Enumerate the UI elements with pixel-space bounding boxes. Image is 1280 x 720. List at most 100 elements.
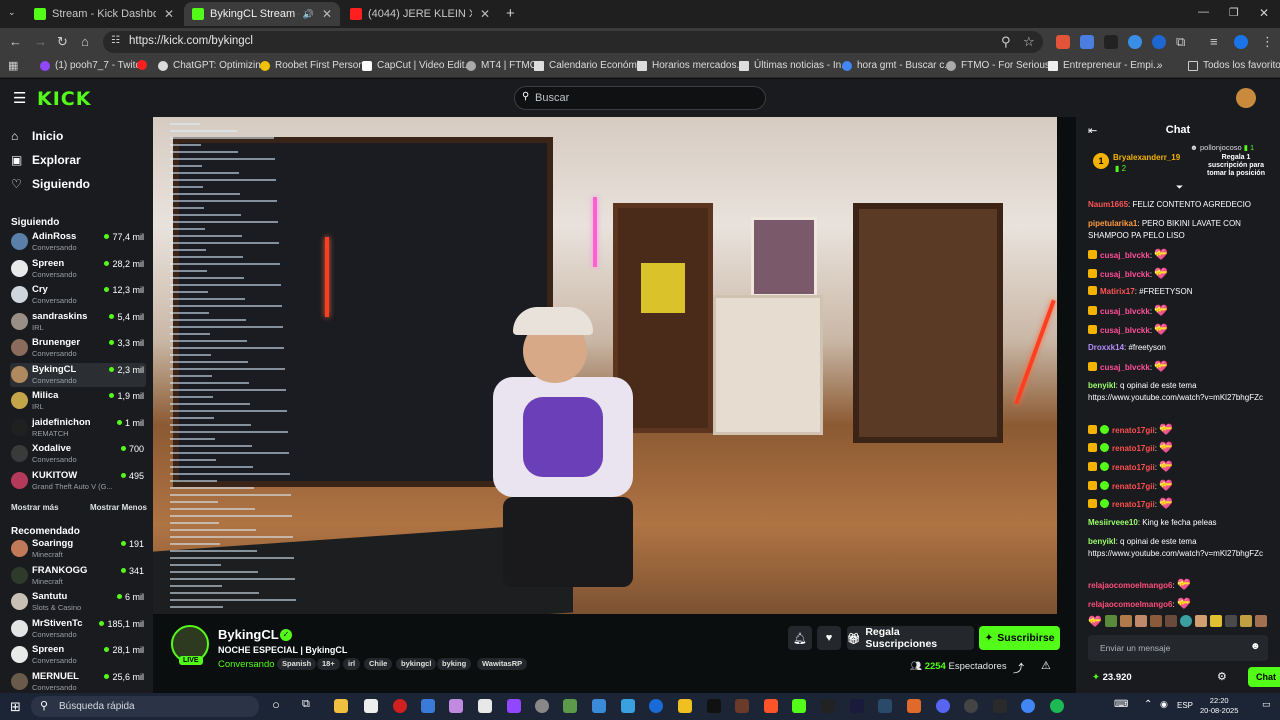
- chat-username[interactable]: renato17gii: [1112, 500, 1155, 509]
- app-icon[interactable]: [678, 699, 692, 713]
- user-avatar[interactable]: [1236, 88, 1256, 108]
- obs-icon[interactable]: [964, 699, 978, 713]
- document-icon[interactable]: [478, 699, 492, 713]
- stream-tag[interactable]: WawitasRP: [477, 658, 528, 670]
- chat-username[interactable]: renato17gii: [1112, 482, 1155, 491]
- emote-icon[interactable]: [1179, 615, 1192, 627]
- chat-username[interactable]: cusaj_blvckk: [1100, 251, 1150, 260]
- task-view-icon[interactable]: ⧉: [302, 698, 310, 711]
- chat-username[interactable]: cusaj_blvckk: [1100, 307, 1150, 316]
- bookmark-item[interactable]: Últimas noticias - In...: [739, 60, 850, 71]
- emote-icon[interactable]: 💝: [1088, 615, 1102, 631]
- extension-icon[interactable]: [1128, 35, 1142, 49]
- brave-icon[interactable]: [764, 699, 778, 713]
- nav-explore[interactable]: ▣ Explorar: [11, 153, 81, 167]
- stream-tag[interactable]: Spanish: [277, 658, 317, 670]
- chat-username[interactable]: relajaocomoelmango6: [1088, 600, 1172, 609]
- chat-settings-gear-icon[interactable]: ⚙: [1217, 670, 1227, 683]
- emote-icon[interactable]: [1209, 615, 1222, 627]
- stream-category[interactable]: Conversando: [218, 659, 275, 670]
- channel-item[interactable]: BykingCL Conversando 2,3 mil: [10, 362, 146, 387]
- emote-icon[interactable]: [1224, 615, 1237, 627]
- more-bookmarks-icon[interactable]: »: [1157, 60, 1163, 71]
- menu-dots-icon[interactable]: ⋮: [1261, 34, 1274, 50]
- emote-icon[interactable]: [1134, 615, 1147, 627]
- tray-chevron-icon[interactable]: ⌃: [1144, 699, 1152, 710]
- gift-subscriptions-button[interactable]: 🎁︎ Regala Suscripciones: [847, 626, 974, 650]
- forward-icon[interactable]: →: [34, 34, 47, 49]
- streamer-name[interactable]: BykingCL: [218, 627, 279, 642]
- chat-username[interactable]: renato17gii: [1112, 463, 1155, 472]
- reload-icon[interactable]: ↻: [57, 34, 68, 50]
- kick-logo[interactable]: KICK: [37, 88, 91, 110]
- language-indicator[interactable]: ESP: [1177, 701, 1193, 710]
- zoom-icon[interactable]: [649, 699, 663, 713]
- chat-username[interactable]: cusaj_blvckk: [1100, 363, 1150, 372]
- bookmark-item[interactable]: FTMO - For Serious...: [946, 60, 1058, 71]
- chat-username[interactable]: relajaocomoelmango6: [1088, 581, 1172, 590]
- app-icon[interactable]: [993, 699, 1007, 713]
- chat-username[interactable]: pipetularika1: [1088, 219, 1137, 228]
- app-icon[interactable]: [563, 699, 577, 713]
- chat-username[interactable]: cusaj_blvckk: [1100, 270, 1150, 279]
- opera-icon[interactable]: [393, 699, 407, 713]
- tab-youtube[interactable]: (4044) JERE KLEIN X KATTEYES ✕: [342, 2, 498, 26]
- chat-username[interactable]: benyikl: [1088, 537, 1116, 546]
- zoom-search-icon[interactable]: ⚲: [1001, 34, 1011, 50]
- extension-icon[interactable]: [1152, 35, 1166, 49]
- emote-icon[interactable]: [1194, 615, 1207, 627]
- channel-item[interactable]: Spreen Conversando 28,2 mil: [10, 257, 146, 281]
- speaker-icon[interactable]: 🔊: [303, 9, 314, 20]
- top-gifter-name[interactable]: Bryalexanderr_19: [1113, 153, 1180, 162]
- profile-avatar-icon[interactable]: [1234, 35, 1248, 49]
- back-icon[interactable]: ←: [9, 34, 22, 49]
- close-icon[interactable]: ✕: [322, 7, 332, 21]
- restore-icon[interactable]: ❐: [1229, 6, 1239, 19]
- show-more-button[interactable]: Mostrar más: [11, 503, 59, 512]
- follow-button[interactable]: ♥: [817, 626, 841, 650]
- tab-kick-dashboard[interactable]: Stream - Kick Dashboard ✕: [26, 2, 182, 26]
- emote-icon[interactable]: [1254, 615, 1267, 627]
- tab-bykingcl-stream[interactable]: BykingCL Stream - Watch Li 🔊 ✕: [184, 2, 340, 26]
- channel-item[interactable]: MrStivenTc Conversando 185,1 mil: [10, 617, 146, 641]
- capcut-icon[interactable]: [821, 699, 835, 713]
- bookmark-item[interactable]: Calendario Económi...: [534, 60, 647, 71]
- twitch-icon[interactable]: [507, 699, 521, 713]
- notification-bell-button[interactable]: 🔔︎: [788, 626, 812, 650]
- stream-tag[interactable]: bykingcl: [396, 658, 437, 670]
- windows-start-icon[interactable]: ⊞: [10, 699, 21, 715]
- close-icon[interactable]: ✕: [480, 7, 490, 21]
- chat-username[interactable]: cusaj_blvckk: [1100, 326, 1150, 335]
- file-explorer-icon[interactable]: [334, 699, 348, 713]
- tiktok-icon[interactable]: [707, 699, 721, 713]
- url-bar[interactable]: ☷ https://kick.com/bykingcl ⚲ ☆: [103, 31, 1043, 53]
- chat-username[interactable]: renato17gii: [1112, 426, 1155, 435]
- bookmark-item[interactable]: Entrepreneur - Empi...: [1048, 60, 1161, 71]
- new-tab-icon[interactable]: +: [506, 5, 515, 22]
- tab-search-icon[interactable]: ⌄: [8, 7, 16, 18]
- bookmark-item[interactable]: (1) pooh7_7 - Twitch: [40, 60, 146, 71]
- nav-home[interactable]: ⌂ Inicio: [11, 129, 63, 143]
- channel-item[interactable]: Brunenger Conversando 3,3 mil: [10, 336, 146, 360]
- chrome-icon[interactable]: [1021, 699, 1035, 713]
- spotify-icon[interactable]: [1050, 699, 1064, 713]
- chat-send-button[interactable]: Chat: [1248, 667, 1280, 687]
- notepad-icon[interactable]: [364, 699, 378, 713]
- system-clock[interactable]: 22:20 20-08-2025: [1200, 696, 1238, 716]
- channel-item[interactable]: Cry Conversando 12,3 mil: [10, 283, 146, 307]
- chat-message-input[interactable]: Enviar un mensaje ☻: [1088, 635, 1268, 661]
- all-bookmarks-folder[interactable]: Todos los favoritos: [1188, 60, 1280, 71]
- bookmark-item[interactable]: MT4 | FTMO: [466, 60, 537, 71]
- extension-icon[interactable]: [1056, 35, 1070, 49]
- extension-icon[interactable]: [1104, 35, 1118, 49]
- kick-app-icon[interactable]: [792, 699, 806, 713]
- channel-item[interactable]: Xodalive Conversando 700: [10, 442, 146, 466]
- chat-username[interactable]: Droxxk14: [1088, 343, 1124, 352]
- emote-icon[interactable]: [1239, 615, 1252, 627]
- chat-username[interactable]: Mesiirveee10: [1088, 518, 1138, 527]
- channel-item[interactable]: Milica IRL 1,9 mil: [10, 389, 146, 413]
- site-info-icon[interactable]: ☷: [111, 35, 120, 46]
- bookmark-item[interactable]: ChatGPT: Optimizin...: [158, 60, 269, 71]
- chat-username[interactable]: Matirix17: [1100, 287, 1135, 296]
- chat-username[interactable]: renato17gii: [1112, 444, 1155, 453]
